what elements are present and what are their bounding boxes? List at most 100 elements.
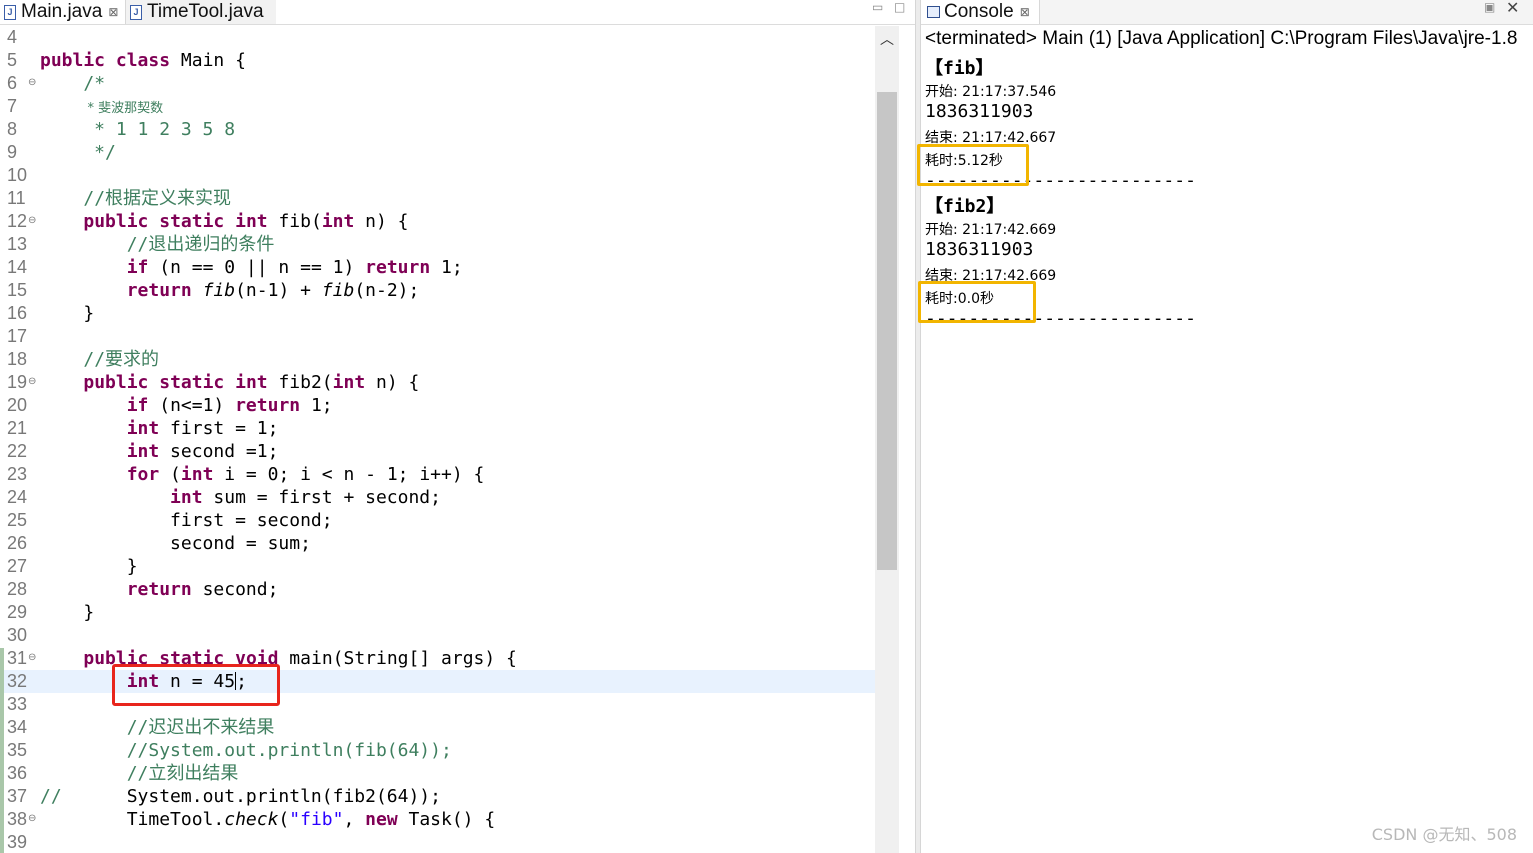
code-line[interactable]: 22 int second =1; — [0, 440, 875, 463]
code-line[interactable]: 14 if (n == 0 || n == 1) return 1; — [0, 256, 875, 279]
code-line[interactable]: 21 int first = 1; — [0, 417, 875, 440]
code-text: int second =1; — [126, 441, 279, 462]
code-line[interactable]: 18 //要求的 — [0, 348, 875, 371]
line-number: 4 — [7, 27, 18, 47]
line-number: 10 — [7, 165, 28, 185]
highlight-box-elapsed-fib — [917, 144, 1029, 186]
code-line[interactable]: 30 — [0, 624, 875, 647]
code-text: TimeTool.check("fib", new Task() { — [40, 809, 496, 830]
maximize-icon[interactable]: □ — [894, 0, 905, 14]
code-line[interactable]: 36 //立刻出结果 — [0, 762, 875, 785]
code-text: } — [40, 303, 95, 324]
code-line[interactable]: 15 return fib(n-1) + fib(n-2); — [0, 279, 875, 302]
tab-console[interactable]: Console ⊠ — [921, 0, 1040, 24]
line-number: 25 — [7, 510, 28, 530]
line-number: 24 — [7, 487, 28, 507]
code-line[interactable]: 17 — [0, 325, 875, 348]
close-icon[interactable]: ⊠ — [108, 5, 118, 19]
scrollbar-thumb[interactable] — [877, 92, 897, 570]
line-number: 35 — [7, 740, 28, 760]
line-number: 30 — [7, 625, 28, 645]
line-number: 39 — [7, 832, 28, 852]
code-text: public static int fib(int n) { — [83, 211, 409, 232]
code-line[interactable]: 24 int sum = first + second; — [0, 486, 875, 509]
code-line[interactable]: 37 // System.out.println(fib2(64)); — [0, 785, 875, 808]
console-status: <terminated> Main (1) [Java Application]… — [925, 28, 1518, 49]
java-file-icon: J — [130, 4, 142, 20]
editor-scrollbar[interactable]: ︿ — [875, 26, 899, 853]
code-text: * 斐波那契数 — [83, 101, 164, 116]
line-number: 12 ⊖ — [7, 209, 37, 232]
code-line[interactable]: 25 first = second; — [0, 509, 875, 532]
code-line[interactable]: 13 //退出递归的条件 — [0, 233, 875, 256]
code-line[interactable]: 35 //System.out.println(fib(64)); — [0, 739, 875, 762]
code-line[interactable]: 26 second = sum; — [0, 532, 875, 555]
line-number: 23 — [7, 464, 28, 484]
line-number: 5 — [7, 50, 18, 70]
line-number: 33 — [7, 694, 28, 714]
close-icon[interactable]: ⊠ — [1020, 5, 1030, 19]
result-value: 1836311903 — [925, 101, 1034, 122]
fold-toggle-icon[interactable]: ⊖ — [28, 209, 36, 232]
code-line[interactable]: 8 * 1 1 2 3 5 8 — [0, 118, 875, 141]
code-line[interactable]: 23 for (int i = 0; i < n - 1; i++) { — [0, 463, 875, 486]
line-number: 13 — [7, 234, 28, 254]
scroll-up-icon[interactable]: ︿ — [875, 32, 899, 48]
eclipse-workbench: J Main.java ⊠ J TimeTool.java ▭ □ 4 5 publ… — [0, 0, 1533, 853]
code-line[interactable]: 16 } — [0, 302, 875, 325]
line-number: 38 ⊖ — [7, 807, 37, 830]
fold-toggle-icon[interactable]: ⊖ — [28, 370, 36, 393]
code-line[interactable]: 12 ⊖ public static int fib(int n) { — [0, 210, 875, 233]
code-text: //迟迟出不来结果 — [126, 717, 275, 738]
code-editor[interactable]: 4 5 public class Main {6 ⊖ /* 7 * 斐波那契数 8 * 1… — [0, 26, 875, 853]
tab-main-java[interactable]: J Main.java ⊠ — [0, 0, 126, 24]
code-text: } — [40, 602, 95, 623]
code-line[interactable]: 28 return second; — [0, 578, 875, 601]
fold-toggle-icon[interactable]: ⊖ — [28, 646, 36, 669]
fold-toggle-icon[interactable]: ⊖ — [28, 807, 36, 830]
code-text: // System.out.println(fib2(64)); — [40, 786, 441, 807]
code-text: //System.out.println(fib(64)); — [126, 740, 452, 761]
code-text: } — [40, 556, 138, 577]
tab-label: Main.java — [21, 1, 103, 22]
code-line[interactable]: 5 public class Main { — [0, 49, 875, 72]
line-number: 19 ⊖ — [7, 370, 37, 393]
code-line[interactable]: 19 ⊖ public static int fib2(int n) { — [0, 371, 875, 394]
watermark: CSDN @无知、508 — [1371, 825, 1517, 844]
line-number: 8 — [7, 119, 18, 139]
line-number: 7 — [7, 96, 18, 116]
code-text: //根据定义来实现 — [83, 188, 232, 209]
line-number: 9 — [7, 142, 18, 162]
code-text: first = second; — [40, 510, 333, 531]
code-line[interactable]: 4 — [0, 26, 875, 49]
tab-timetool-java[interactable]: J TimeTool.java — [126, 0, 276, 24]
java-file-icon: J — [4, 4, 16, 20]
code-line[interactable]: 20 if (n<=1) return 1; — [0, 394, 875, 417]
code-line[interactable]: 7 * 斐波那契数 — [0, 95, 875, 118]
line-number: 37 — [7, 786, 28, 806]
minimize-icon[interactable]: ▭ — [872, 0, 883, 14]
line-number: 27 — [7, 556, 28, 576]
code-text: //立刻出结果 — [126, 763, 239, 784]
code-line[interactable]: 10 — [0, 164, 875, 187]
code-line[interactable]: 11 //根据定义来实现 — [0, 187, 875, 210]
console-pane: Console ⊠ ▣ ✕ <terminated> Main (1) [Jav… — [917, 0, 1533, 853]
tab-label: TimeTool.java — [147, 1, 264, 22]
start-time: 开始: 21:17:42.669 — [925, 222, 1057, 238]
fold-toggle-icon[interactable]: ⊖ — [28, 71, 36, 94]
clear-console-icon[interactable]: ▣ — [1484, 0, 1495, 14]
editor-pane: J Main.java ⊠ J TimeTool.java ▭ □ 4 5 publ… — [0, 0, 915, 853]
code-line[interactable]: 34 //迟迟出不来结果 — [0, 716, 875, 739]
code-line[interactable]: 29 } — [0, 601, 875, 624]
code-text: return fib(n-1) + fib(n-2); — [126, 280, 420, 301]
code-line[interactable]: 39 — [0, 831, 875, 853]
code-text: int first = 1; — [126, 418, 279, 439]
code-line[interactable]: 27 } — [0, 555, 875, 578]
code-text: public class Main { — [40, 50, 246, 71]
code-line[interactable]: 38 ⊖ TimeTool.check("fib", new Task() { — [0, 808, 875, 831]
remove-launch-icon[interactable]: ✕ — [1506, 0, 1519, 17]
code-line[interactable]: 9 */ — [0, 141, 875, 164]
code-line[interactable]: 6 ⊖ /* — [0, 72, 875, 95]
code-text: if (n == 0 || n == 1) return 1; — [126, 257, 463, 278]
code-text: for (int i = 0; i < n - 1; i++) { — [126, 464, 485, 485]
